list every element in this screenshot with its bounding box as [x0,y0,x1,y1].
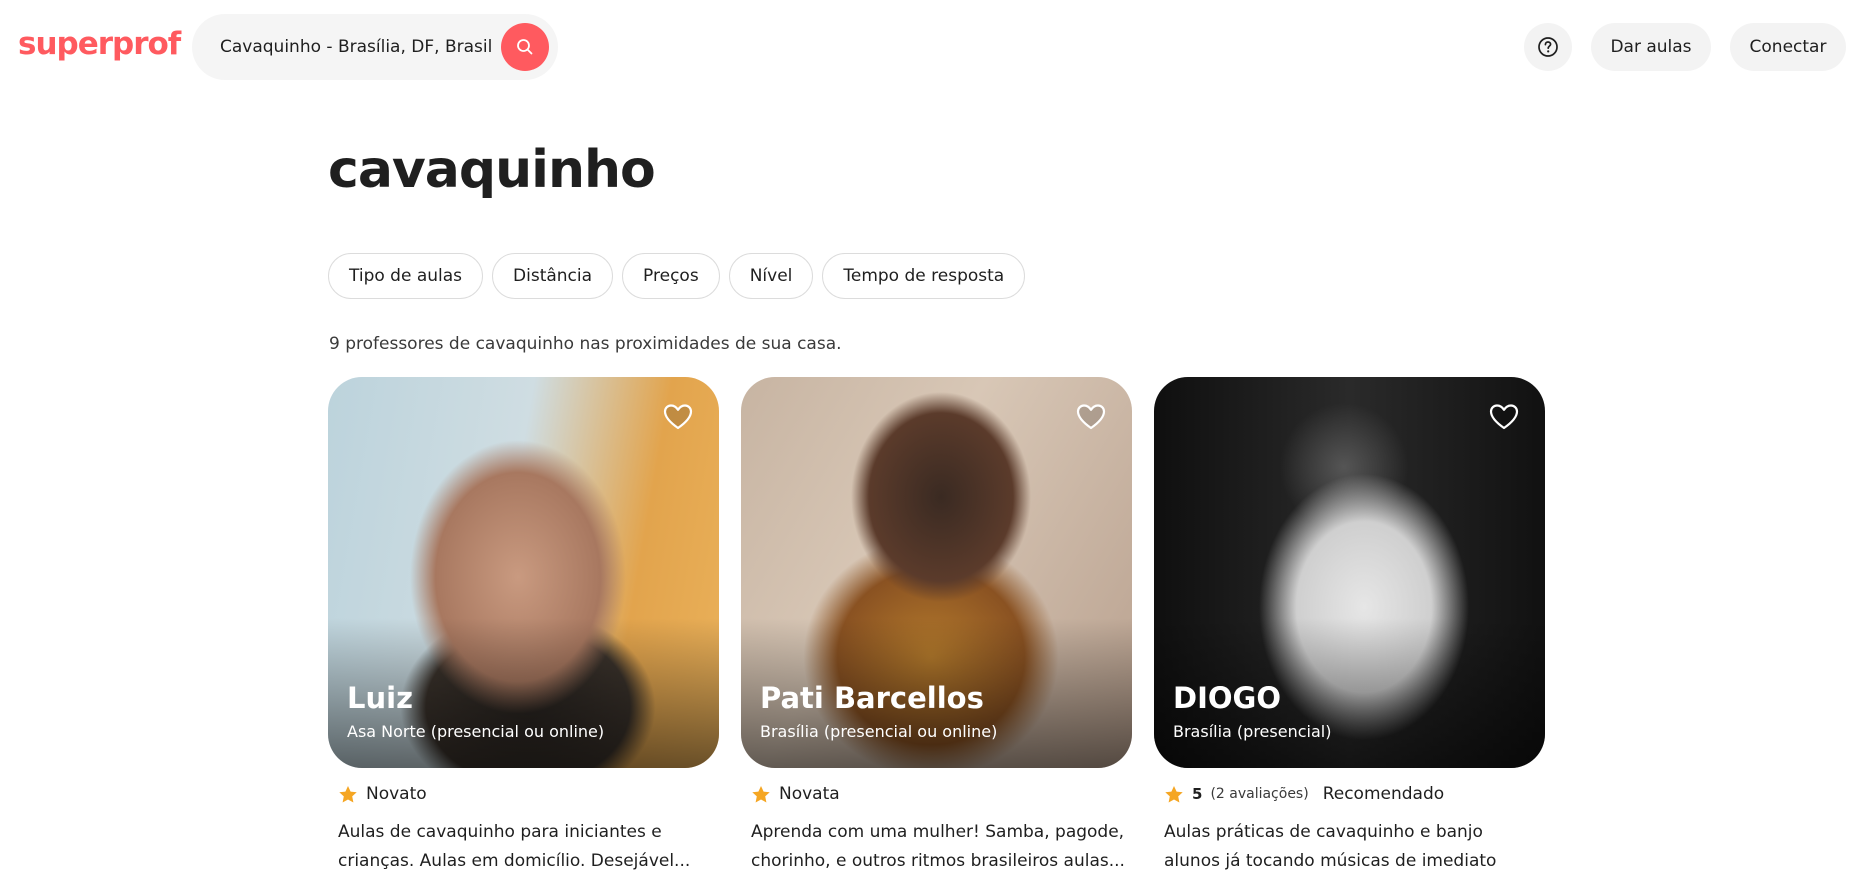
teacher-description: Aulas práticas de cavaquinho e banjo alu… [1164,822,1497,871]
superprof-logo[interactable]: superprof [18,26,181,62]
teacher-badge: Novato [366,784,427,804]
teacher-photo[interactable]: DIOGO Brasília (presencial) [1154,377,1545,768]
search-button[interactable] [501,23,549,71]
teacher-name: Pati Barcellos [760,681,984,715]
heart-icon[interactable] [1489,403,1519,431]
teacher-description: Aprenda com uma mulher! Samba, pagode, c… [751,822,1125,871]
teacher-description: Aulas de cavaquinho para iniciantes e cr… [338,822,691,871]
teacher-location: Brasília (presencial) [1173,722,1332,741]
teacher-rating: 5 [1192,785,1203,803]
search-location-value[interactable]: Cavaquinho - Brasília, DF, Brasil [220,37,492,57]
filter-level[interactable]: Nível [728,253,814,299]
teacher-photo[interactable]: Luiz Asa Norte (presencial ou online) [328,377,719,768]
teach-button[interactable]: Dar aulas [1591,23,1711,71]
teacher-location: Brasília (presencial ou online) [760,722,998,741]
filter-distance[interactable]: Distância [492,253,614,299]
help-button[interactable] [1524,23,1572,71]
heart-icon[interactable] [663,403,693,431]
search-bar[interactable]: Cavaquinho - Brasília, DF, Brasil [192,14,558,80]
filter-price[interactable]: Preços [622,253,720,299]
star-icon [339,785,357,802]
teacher-badge: Novata [779,784,840,804]
teacher-meta: 5 (2 avaliações) Recomendado [1164,782,1545,806]
filter-lesson-type[interactable]: Tipo de aulas [328,253,484,299]
filter-response-time[interactable]: Tempo de resposta [822,253,1026,299]
result-count: 9 professores de cavaquinho nas proximid… [329,334,842,354]
teacher-badge: Recomendado [1322,784,1445,804]
teacher-location: Asa Norte (presencial ou online) [347,722,605,741]
teacher-name: Luiz [347,681,413,715]
star-icon [752,785,770,802]
login-button[interactable]: Conectar [1730,23,1846,71]
question-icon [1538,37,1558,57]
teacher-meta: Novato [338,782,719,806]
teacher-name: DIOGO [1173,681,1281,715]
search-icon [517,39,533,55]
teacher-review-count[interactable]: (2 avaliações) [1210,786,1308,802]
teacher-meta: Novata [751,782,1132,806]
heart-icon[interactable] [1076,403,1106,431]
teacher-card[interactable]: Pati Barcellos Brasília (presencial ou o… [741,377,1132,876]
filter-bar: Tipo de aulas Distância Preços Nível Tem… [328,253,1026,299]
page-title: cavaquinho [328,140,656,200]
teacher-card[interactable]: DIOGO Brasília (presencial) 5 (2 avaliaç… [1154,377,1545,876]
star-icon [1165,785,1183,802]
teacher-card[interactable]: Luiz Asa Norte (presencial ou online) No… [328,377,719,876]
teacher-photo[interactable]: Pati Barcellos Brasília (presencial ou o… [741,377,1132,768]
